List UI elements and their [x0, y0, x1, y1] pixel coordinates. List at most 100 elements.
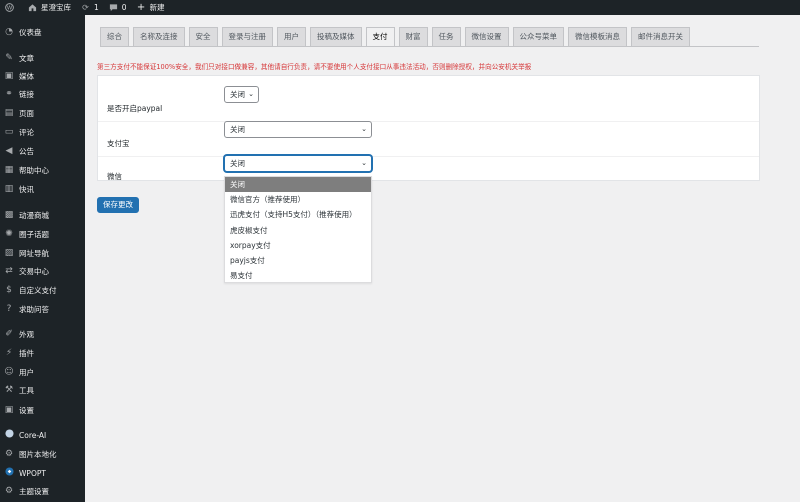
paypal-select-value: 关闭: [230, 90, 245, 99]
sidebar-item-label: 文章: [19, 53, 34, 63]
tab-general[interactable]: 综合: [100, 27, 129, 46]
dropdown-option[interactable]: 微信官方（推荐使用）: [225, 192, 371, 207]
sidebar-item-label: 动漫商城: [19, 210, 49, 220]
tab-official-menu[interactable]: 公众号菜单: [512, 27, 564, 46]
sidebar-item-label: 自定义支付: [19, 285, 57, 295]
wechat-select[interactable]: 关闭 ⌄: [224, 155, 372, 172]
document-icon: ▥: [4, 184, 14, 194]
settings-tabs: 综合 名称及连接 安全 登录与注册 用户 投稿及媒体 支付 财富 任务 微信设置…: [100, 27, 694, 46]
sidebar-item-label: 链接: [19, 89, 34, 99]
dropdown-option[interactable]: payjs支付: [225, 253, 371, 268]
sidebar-item-label: 图片本地化: [19, 449, 57, 459]
tab-tasks[interactable]: 任务: [431, 27, 461, 46]
tab-payment[interactable]: 支付: [365, 27, 395, 46]
comment-bubble-icon: [109, 3, 118, 12]
sidebar-item-label: 主题设置: [19, 486, 49, 496]
sidebar-item-label: 设置: [19, 405, 34, 415]
sidebar-item-trade-center[interactable]: ⇄ 交易中心: [0, 263, 85, 279]
dropdown-option[interactable]: 迅虎支付（支持H5支付）（推荐使用）: [225, 207, 371, 222]
tab-wealth[interactable]: 财富: [398, 27, 428, 46]
tabs-divider: [100, 46, 759, 47]
dropdown-option[interactable]: 虎皮椒支付: [225, 223, 371, 238]
wp-logo-button[interactable]: W: [0, 0, 23, 15]
tab-login-register[interactable]: 登录与注册: [221, 27, 273, 46]
paypal-select[interactable]: 关闭 ⌄: [224, 86, 259, 103]
alipay-label: 支付宝: [107, 139, 130, 148]
sidebar-item-circle-topics[interactable]: ✺ 圈子话题: [0, 226, 85, 242]
tab-wechat-template[interactable]: 微信模板消息: [568, 27, 627, 46]
wechat-select-value: 关闭: [230, 159, 245, 168]
sidebar-item-theme-settings[interactable]: ⚙ 主题设置: [0, 483, 85, 499]
sidebar-item-custom-payment[interactable]: $ 自定义支付: [0, 282, 85, 298]
tab-users[interactable]: 用户: [277, 27, 306, 46]
payment-settings-panel: 是否开启paypal 支付宝 微信: [97, 75, 760, 181]
sidebar-item-settings[interactable]: ▣ 设置: [0, 402, 85, 418]
new-label: 新建: [149, 3, 165, 12]
sidebar-item-dashboard[interactable]: ◔ 仪表盘: [0, 24, 85, 40]
link-icon: ⚭: [5, 89, 13, 99]
svg-text:W: W: [7, 5, 13, 11]
sidebar-item-label: 插件: [19, 348, 34, 358]
gear-icon: ⚙: [4, 449, 14, 459]
refresh-icon: ⟳: [82, 3, 89, 12]
nav-icon: ▨: [4, 248, 14, 258]
sidebar-item-label: 媒体: [19, 71, 34, 81]
user-icon: ☺: [4, 367, 14, 377]
sidebar-item-appearance[interactable]: ✐ 外观: [0, 326, 85, 342]
settings-icon: ▣: [4, 405, 14, 415]
paypal-label: 是否开启paypal: [107, 104, 163, 113]
save-changes-button[interactable]: 保存更改: [97, 197, 139, 213]
alipay-select-value: 关闭: [230, 125, 245, 134]
plugin-icon: ⚡: [5, 348, 13, 358]
circle-icon: ✺: [5, 229, 13, 239]
dropdown-option[interactable]: 关闭: [225, 177, 371, 193]
sidebar-item-flash-news[interactable]: ▥ 快讯: [0, 181, 85, 197]
sidebar-item-posts[interactable]: ✎ 文章: [0, 50, 85, 66]
wpopt-icon: [3, 467, 15, 479]
sidebar-item-announcements[interactable]: ◀ 公告: [0, 143, 85, 159]
site-name-link[interactable]: 星澄宝库: [23, 0, 76, 15]
sidebar-item-users[interactable]: ☺ 用户: [0, 364, 85, 380]
wechat-label: 微信: [107, 172, 122, 181]
sidebar-item-qa[interactable]: ? 求助问答: [0, 301, 85, 317]
sidebar-item-core-ai[interactable]: Core-AI: [0, 427, 85, 443]
chevron-down-icon: ⌄: [361, 125, 367, 133]
sidebar-item-anime-store[interactable]: ▩ 动漫商城: [0, 207, 85, 223]
sidebar-item-image-localize[interactable]: ⚙ 图片本地化: [0, 446, 85, 462]
new-content-link[interactable]: + 新建: [132, 0, 170, 15]
comments-link[interactable]: 0: [104, 0, 132, 15]
comment-icon: ▭: [4, 127, 14, 137]
sidebar-item-links[interactable]: ⚭ 链接: [0, 86, 85, 102]
comments-count: 0: [121, 3, 127, 12]
tab-email-switch[interactable]: 邮件消息开关: [631, 27, 690, 46]
dropdown-option[interactable]: 易支付: [225, 268, 371, 283]
megaphone-icon: ◀: [5, 146, 13, 156]
sidebar-item-label: 仪表盘: [19, 27, 42, 37]
sidebar-item-pages[interactable]: ▤ 页面: [0, 105, 85, 121]
tab-name-links[interactable]: 名称及连接: [133, 27, 185, 46]
dropdown-option[interactable]: xorpay支付: [225, 238, 371, 253]
sidebar-item-label: 公告: [19, 146, 34, 156]
sidebar-item-label: 圈子话题: [19, 229, 49, 239]
sidebar-item-help-center[interactable]: ▦ 帮助中心: [0, 162, 85, 178]
brush-icon: ✐: [5, 329, 13, 339]
sidebar-item-media[interactable]: ▣ 媒体: [0, 68, 85, 84]
tab-security[interactable]: 安全: [188, 27, 218, 46]
chevron-down-icon: ⌄: [248, 90, 254, 98]
row-divider: [98, 121, 759, 122]
sidebar-item-label: 评论: [19, 127, 34, 137]
dashboard-icon: ◔: [5, 27, 13, 37]
tab-wechat-settings[interactable]: 微信设置: [464, 27, 509, 46]
sidebar-item-tools[interactable]: ⚒ 工具: [0, 382, 85, 398]
updates-link[interactable]: ⟳ 1: [76, 0, 104, 15]
tab-submission-media[interactable]: 投稿及媒体: [310, 27, 362, 46]
sidebar-item-site-nav[interactable]: ▨ 网址导航: [0, 245, 85, 261]
alipay-select[interactable]: 关闭 ⌄: [224, 121, 372, 138]
ai-icon: [3, 429, 15, 441]
page-icon: ▤: [4, 108, 14, 118]
sidebar-item-label: 外观: [19, 329, 34, 339]
sidebar-item-wpopt[interactable]: WPOPT: [0, 465, 85, 481]
plus-icon: +: [136, 2, 146, 13]
sidebar-item-plugins[interactable]: ⚡ 插件: [0, 345, 85, 361]
sidebar-item-comments[interactable]: ▭ 评论: [0, 124, 85, 140]
